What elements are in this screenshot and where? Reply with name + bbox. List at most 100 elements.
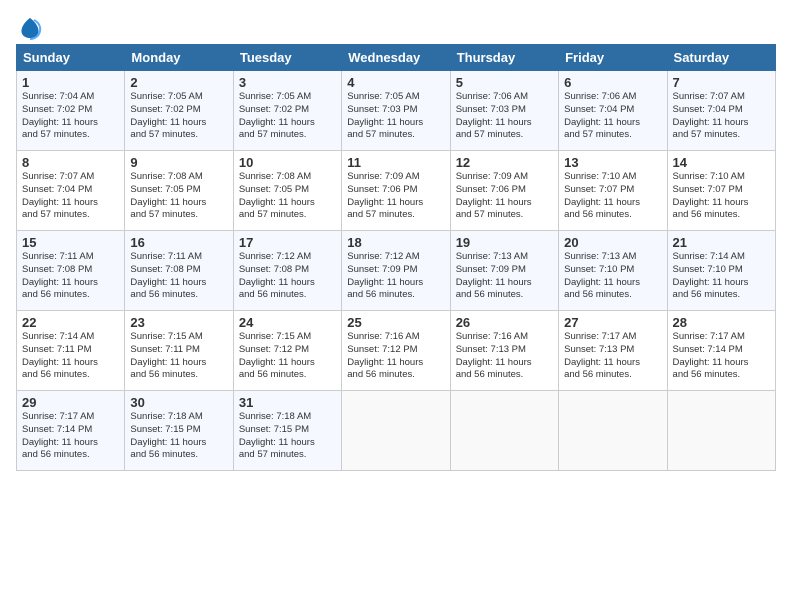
cell-text: Sunrise: 7:08 AM Sunset: 7:05 PM Dayligh… (130, 171, 227, 222)
day-cell: 6Sunrise: 7:06 AM Sunset: 7:04 PM Daylig… (559, 71, 667, 151)
calendar-table: SundayMondayTuesdayWednesdayThursdayFrid… (16, 44, 776, 471)
day-number: 27 (564, 315, 661, 330)
day-number: 22 (22, 315, 119, 330)
col-header-thursday: Thursday (450, 45, 558, 71)
day-cell: 13Sunrise: 7:10 AM Sunset: 7:07 PM Dayli… (559, 151, 667, 231)
day-number: 2 (130, 75, 227, 90)
day-cell: 29Sunrise: 7:17 AM Sunset: 7:14 PM Dayli… (17, 391, 125, 471)
day-number: 4 (347, 75, 444, 90)
day-cell: 22Sunrise: 7:14 AM Sunset: 7:11 PM Dayli… (17, 311, 125, 391)
day-cell (342, 391, 450, 471)
week-row-1: 1Sunrise: 7:04 AM Sunset: 7:02 PM Daylig… (17, 71, 776, 151)
day-cell: 31Sunrise: 7:18 AM Sunset: 7:15 PM Dayli… (233, 391, 341, 471)
week-row-5: 29Sunrise: 7:17 AM Sunset: 7:14 PM Dayli… (17, 391, 776, 471)
day-number: 6 (564, 75, 661, 90)
col-header-friday: Friday (559, 45, 667, 71)
col-header-saturday: Saturday (667, 45, 775, 71)
day-number: 13 (564, 155, 661, 170)
cell-text: Sunrise: 7:18 AM Sunset: 7:15 PM Dayligh… (130, 411, 227, 462)
day-number: 10 (239, 155, 336, 170)
day-cell: 4Sunrise: 7:05 AM Sunset: 7:03 PM Daylig… (342, 71, 450, 151)
cell-text: Sunrise: 7:09 AM Sunset: 7:06 PM Dayligh… (456, 171, 553, 222)
day-cell: 7Sunrise: 7:07 AM Sunset: 7:04 PM Daylig… (667, 71, 775, 151)
day-number: 14 (673, 155, 770, 170)
cell-text: Sunrise: 7:16 AM Sunset: 7:12 PM Dayligh… (347, 331, 444, 382)
day-cell: 17Sunrise: 7:12 AM Sunset: 7:08 PM Dayli… (233, 231, 341, 311)
cell-text: Sunrise: 7:10 AM Sunset: 7:07 PM Dayligh… (673, 171, 770, 222)
day-number: 9 (130, 155, 227, 170)
cell-text: Sunrise: 7:14 AM Sunset: 7:11 PM Dayligh… (22, 331, 119, 382)
day-number: 11 (347, 155, 444, 170)
day-number: 7 (673, 75, 770, 90)
cell-text: Sunrise: 7:07 AM Sunset: 7:04 PM Dayligh… (22, 171, 119, 222)
day-cell: 3Sunrise: 7:05 AM Sunset: 7:02 PM Daylig… (233, 71, 341, 151)
cell-text: Sunrise: 7:11 AM Sunset: 7:08 PM Dayligh… (22, 251, 119, 302)
day-cell: 19Sunrise: 7:13 AM Sunset: 7:09 PM Dayli… (450, 231, 558, 311)
day-cell: 11Sunrise: 7:09 AM Sunset: 7:06 PM Dayli… (342, 151, 450, 231)
day-number: 30 (130, 395, 227, 410)
col-header-tuesday: Tuesday (233, 45, 341, 71)
day-cell: 16Sunrise: 7:11 AM Sunset: 7:08 PM Dayli… (125, 231, 233, 311)
header-row: SundayMondayTuesdayWednesdayThursdayFrid… (17, 45, 776, 71)
cell-text: Sunrise: 7:05 AM Sunset: 7:02 PM Dayligh… (239, 91, 336, 142)
day-number: 16 (130, 235, 227, 250)
day-number: 12 (456, 155, 553, 170)
logo-icon (16, 14, 44, 42)
day-cell: 15Sunrise: 7:11 AM Sunset: 7:08 PM Dayli… (17, 231, 125, 311)
day-number: 3 (239, 75, 336, 90)
cell-text: Sunrise: 7:05 AM Sunset: 7:03 PM Dayligh… (347, 91, 444, 142)
day-cell: 30Sunrise: 7:18 AM Sunset: 7:15 PM Dayli… (125, 391, 233, 471)
day-number: 26 (456, 315, 553, 330)
cell-text: Sunrise: 7:16 AM Sunset: 7:13 PM Dayligh… (456, 331, 553, 382)
cell-text: Sunrise: 7:07 AM Sunset: 7:04 PM Dayligh… (673, 91, 770, 142)
day-cell: 5Sunrise: 7:06 AM Sunset: 7:03 PM Daylig… (450, 71, 558, 151)
day-cell: 2Sunrise: 7:05 AM Sunset: 7:02 PM Daylig… (125, 71, 233, 151)
day-number: 25 (347, 315, 444, 330)
cell-text: Sunrise: 7:17 AM Sunset: 7:14 PM Dayligh… (22, 411, 119, 462)
day-number: 17 (239, 235, 336, 250)
day-number: 23 (130, 315, 227, 330)
day-number: 15 (22, 235, 119, 250)
day-cell: 21Sunrise: 7:14 AM Sunset: 7:10 PM Dayli… (667, 231, 775, 311)
week-row-3: 15Sunrise: 7:11 AM Sunset: 7:08 PM Dayli… (17, 231, 776, 311)
day-cell: 26Sunrise: 7:16 AM Sunset: 7:13 PM Dayli… (450, 311, 558, 391)
cell-text: Sunrise: 7:06 AM Sunset: 7:03 PM Dayligh… (456, 91, 553, 142)
day-number: 24 (239, 315, 336, 330)
logo (16, 14, 48, 42)
day-number: 31 (239, 395, 336, 410)
cell-text: Sunrise: 7:04 AM Sunset: 7:02 PM Dayligh… (22, 91, 119, 142)
cell-text: Sunrise: 7:08 AM Sunset: 7:05 PM Dayligh… (239, 171, 336, 222)
day-cell: 25Sunrise: 7:16 AM Sunset: 7:12 PM Dayli… (342, 311, 450, 391)
day-cell (450, 391, 558, 471)
col-header-sunday: Sunday (17, 45, 125, 71)
day-cell: 12Sunrise: 7:09 AM Sunset: 7:06 PM Dayli… (450, 151, 558, 231)
cell-text: Sunrise: 7:06 AM Sunset: 7:04 PM Dayligh… (564, 91, 661, 142)
cell-text: Sunrise: 7:15 AM Sunset: 7:11 PM Dayligh… (130, 331, 227, 382)
day-number: 29 (22, 395, 119, 410)
day-cell: 1Sunrise: 7:04 AM Sunset: 7:02 PM Daylig… (17, 71, 125, 151)
day-cell: 14Sunrise: 7:10 AM Sunset: 7:07 PM Dayli… (667, 151, 775, 231)
day-cell: 8Sunrise: 7:07 AM Sunset: 7:04 PM Daylig… (17, 151, 125, 231)
week-row-2: 8Sunrise: 7:07 AM Sunset: 7:04 PM Daylig… (17, 151, 776, 231)
col-header-monday: Monday (125, 45, 233, 71)
day-cell (559, 391, 667, 471)
cell-text: Sunrise: 7:05 AM Sunset: 7:02 PM Dayligh… (130, 91, 227, 142)
day-number: 18 (347, 235, 444, 250)
cell-text: Sunrise: 7:12 AM Sunset: 7:08 PM Dayligh… (239, 251, 336, 302)
day-cell: 18Sunrise: 7:12 AM Sunset: 7:09 PM Dayli… (342, 231, 450, 311)
day-number: 1 (22, 75, 119, 90)
day-number: 19 (456, 235, 553, 250)
day-cell: 23Sunrise: 7:15 AM Sunset: 7:11 PM Dayli… (125, 311, 233, 391)
day-cell: 27Sunrise: 7:17 AM Sunset: 7:13 PM Dayli… (559, 311, 667, 391)
header (16, 10, 776, 42)
cell-text: Sunrise: 7:11 AM Sunset: 7:08 PM Dayligh… (130, 251, 227, 302)
day-number: 5 (456, 75, 553, 90)
cell-text: Sunrise: 7:13 AM Sunset: 7:09 PM Dayligh… (456, 251, 553, 302)
week-row-4: 22Sunrise: 7:14 AM Sunset: 7:11 PM Dayli… (17, 311, 776, 391)
col-header-wednesday: Wednesday (342, 45, 450, 71)
cell-text: Sunrise: 7:13 AM Sunset: 7:10 PM Dayligh… (564, 251, 661, 302)
cell-text: Sunrise: 7:15 AM Sunset: 7:12 PM Dayligh… (239, 331, 336, 382)
day-cell: 28Sunrise: 7:17 AM Sunset: 7:14 PM Dayli… (667, 311, 775, 391)
day-number: 21 (673, 235, 770, 250)
cell-text: Sunrise: 7:10 AM Sunset: 7:07 PM Dayligh… (564, 171, 661, 222)
